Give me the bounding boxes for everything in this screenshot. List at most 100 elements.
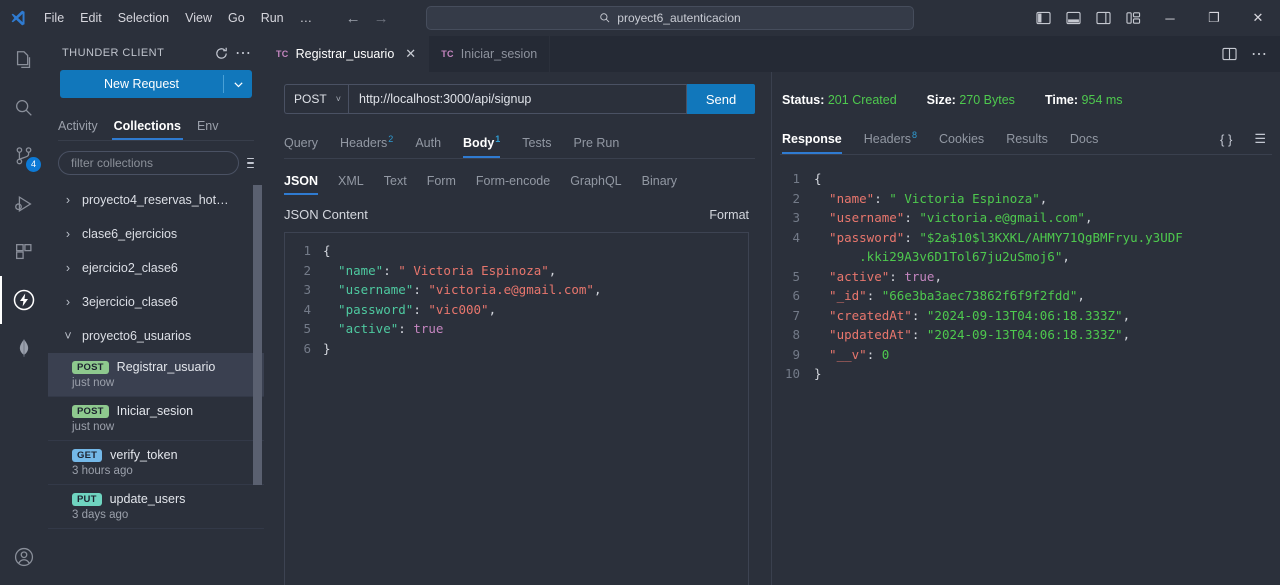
request-timestamp: 3 days ago bbox=[72, 509, 129, 521]
url-input[interactable] bbox=[348, 84, 687, 114]
window-minimize-button[interactable]: ─ bbox=[1148, 0, 1192, 36]
collection-item[interactable]: › 3ejercicio_clase6 bbox=[48, 285, 264, 319]
split-editor-icon[interactable] bbox=[1216, 41, 1242, 67]
window-maximize-button[interactable]: ❐ bbox=[1192, 0, 1236, 36]
request-body-editor[interactable]: 1{2 "name": " Victoria Espinoza", 3 "user… bbox=[284, 232, 749, 585]
code-text: { bbox=[323, 243, 331, 258]
sidebar-tab-collections[interactable]: Collections bbox=[111, 119, 184, 140]
sidebar-title: THUNDER CLIENT bbox=[62, 47, 165, 59]
request-tab-prerun[interactable]: Pre Run bbox=[573, 136, 619, 158]
request-item[interactable]: GET verify_token 3 hours ago bbox=[48, 441, 264, 485]
activity-mongodb[interactable] bbox=[0, 324, 48, 372]
activity-thunder-client[interactable] bbox=[0, 276, 48, 324]
collection-label: ejercicio2_clase6 bbox=[82, 261, 178, 275]
back-arrow-icon[interactable]: ← bbox=[342, 7, 364, 29]
view-lines-icon[interactable]: ☰ bbox=[1254, 131, 1266, 147]
collection-item[interactable]: › clase6_ejercicios bbox=[48, 217, 264, 251]
menu-more[interactable]: … bbox=[292, 0, 321, 36]
response-tab-cookies[interactable]: Cookies bbox=[939, 132, 984, 154]
vscode-logo-icon bbox=[0, 0, 36, 36]
response-body-viewer[interactable]: 1{2 "name": " Victoria Espinoza", 3 "user… bbox=[772, 155, 1280, 585]
tab-label: Pre Run bbox=[573, 136, 620, 150]
activity-run-debug[interactable] bbox=[0, 180, 48, 228]
activity-search[interactable] bbox=[0, 84, 48, 132]
menu-edit[interactable]: Edit bbox=[72, 0, 110, 36]
thunder-client-sidebar: THUNDER CLIENT ⋯ New Request Activity Co… bbox=[48, 36, 264, 585]
code-text: "createdAt": "2024-09-13T04:06:18.333Z", bbox=[814, 307, 1131, 323]
thunder-bolt-icon bbox=[13, 289, 35, 311]
sidebar-tab-env[interactable]: Env bbox=[197, 119, 219, 140]
code-text: "_id": "66e3ba3aec73862f6f9f2fdd", bbox=[814, 288, 1085, 303]
search-icon bbox=[600, 13, 610, 23]
format-json-icon[interactable]: { } bbox=[1220, 132, 1232, 147]
chevron-down-icon[interactable] bbox=[224, 79, 252, 90]
request-item[interactable]: POST Registrar_usuario just now bbox=[48, 353, 264, 397]
headers-count-badge: 2 bbox=[388, 133, 394, 144]
response-tab-results[interactable]: Results bbox=[1006, 132, 1048, 154]
code-text: "username": "victoria.e@gmail.com", bbox=[814, 210, 1093, 225]
code-line: .kki29A3v6D1Tol67ju2uSmoj6", bbox=[772, 247, 1280, 267]
collection-item[interactable]: › proyecto4_reservas_hot… bbox=[48, 183, 264, 217]
format-xml[interactable]: XML bbox=[338, 174, 364, 195]
more-actions-icon[interactable]: ⋯ bbox=[1246, 41, 1272, 67]
request-item[interactable]: PUT update_users 3 days ago bbox=[48, 485, 264, 529]
new-request-button[interactable]: New Request bbox=[60, 70, 252, 98]
code-text: } bbox=[814, 366, 822, 381]
toggle-panel-icon[interactable] bbox=[1058, 0, 1088, 36]
menu-icon[interactable] bbox=[247, 157, 254, 169]
forward-arrow-icon[interactable]: → bbox=[370, 7, 392, 29]
command-center-search[interactable]: proyect6_autenticacion bbox=[426, 6, 914, 30]
send-button[interactable]: Send bbox=[687, 84, 755, 114]
request-tab-query[interactable]: Query bbox=[284, 136, 318, 158]
menu-selection[interactable]: Selection bbox=[110, 0, 177, 36]
menu-go[interactable]: Go bbox=[220, 0, 253, 36]
toggle-secondary-sidebar-icon[interactable] bbox=[1088, 0, 1118, 36]
format-button[interactable]: Format bbox=[709, 208, 749, 222]
menu-run[interactable]: Run bbox=[253, 0, 292, 36]
tab-iniciar-sesion[interactable]: TC Iniciar_sesion bbox=[429, 36, 551, 72]
http-method-select[interactable]: POST ˅ bbox=[284, 84, 348, 114]
thunder-client-tab-icon: TC bbox=[441, 49, 454, 59]
refresh-icon[interactable] bbox=[210, 42, 232, 64]
tab-registrar-usuario[interactable]: TC Registrar_usuario ✕ bbox=[264, 36, 430, 72]
request-item[interactable]: POST Iniciar_sesion just now bbox=[48, 397, 264, 441]
activity-accounts[interactable] bbox=[0, 533, 48, 581]
format-form[interactable]: Form bbox=[427, 174, 456, 195]
customize-layout-icon[interactable] bbox=[1118, 0, 1148, 36]
format-binary[interactable]: Binary bbox=[642, 174, 677, 195]
activity-extensions[interactable] bbox=[0, 228, 48, 276]
editor-tab-bar: TC Registrar_usuario ✕ TC Iniciar_sesion… bbox=[264, 36, 1280, 72]
sidebar-more-actions-icon[interactable]: ⋯ bbox=[232, 42, 254, 64]
toggle-primary-sidebar-icon[interactable] bbox=[1028, 0, 1058, 36]
collection-item[interactable]: ˅ proyecto6_usuarios bbox=[48, 319, 264, 353]
run-debug-icon bbox=[15, 195, 32, 213]
request-tab-tests[interactable]: Tests bbox=[522, 136, 551, 158]
response-tab-headers[interactable]: Headers8 bbox=[864, 130, 917, 154]
format-graphql[interactable]: GraphQL bbox=[570, 174, 621, 195]
code-line: 6} bbox=[285, 339, 748, 359]
tab-label: Auth bbox=[415, 136, 442, 150]
request-tab-body[interactable]: Body1 bbox=[463, 134, 501, 159]
menu-file[interactable]: File bbox=[36, 0, 72, 36]
response-tab-docs[interactable]: Docs bbox=[1070, 132, 1098, 154]
filter-collections-input[interactable] bbox=[58, 151, 239, 175]
close-icon[interactable]: ✕ bbox=[405, 46, 416, 62]
response-tab-response[interactable]: Response bbox=[782, 132, 842, 154]
menu-view[interactable]: View bbox=[177, 0, 220, 36]
request-tab-headers[interactable]: Headers2 bbox=[340, 134, 393, 158]
sidebar-scrollbar[interactable] bbox=[253, 185, 262, 485]
sidebar-tab-activity[interactable]: Activity bbox=[58, 119, 98, 140]
line-number: 5 bbox=[792, 268, 800, 284]
code-text: "password": "vic000", bbox=[323, 301, 497, 317]
window-close-button[interactable]: ✕ bbox=[1236, 0, 1280, 36]
format-json[interactable]: JSON bbox=[284, 174, 319, 195]
format-form-encode[interactable]: Form-encode bbox=[476, 174, 550, 195]
activity-source-control[interactable]: 4 bbox=[0, 132, 48, 180]
collection-item[interactable]: › ejercicio2_clase6 bbox=[48, 251, 264, 285]
format-text[interactable]: Text bbox=[384, 174, 407, 195]
sidebar-header: THUNDER CLIENT ⋯ bbox=[48, 36, 264, 70]
activity-explorer[interactable] bbox=[0, 36, 48, 84]
collection-label: proyecto4_reservas_hot… bbox=[82, 193, 229, 207]
request-tab-auth[interactable]: Auth bbox=[415, 136, 441, 158]
code-text: "name": " Victoria Espinoza", bbox=[814, 190, 1048, 206]
